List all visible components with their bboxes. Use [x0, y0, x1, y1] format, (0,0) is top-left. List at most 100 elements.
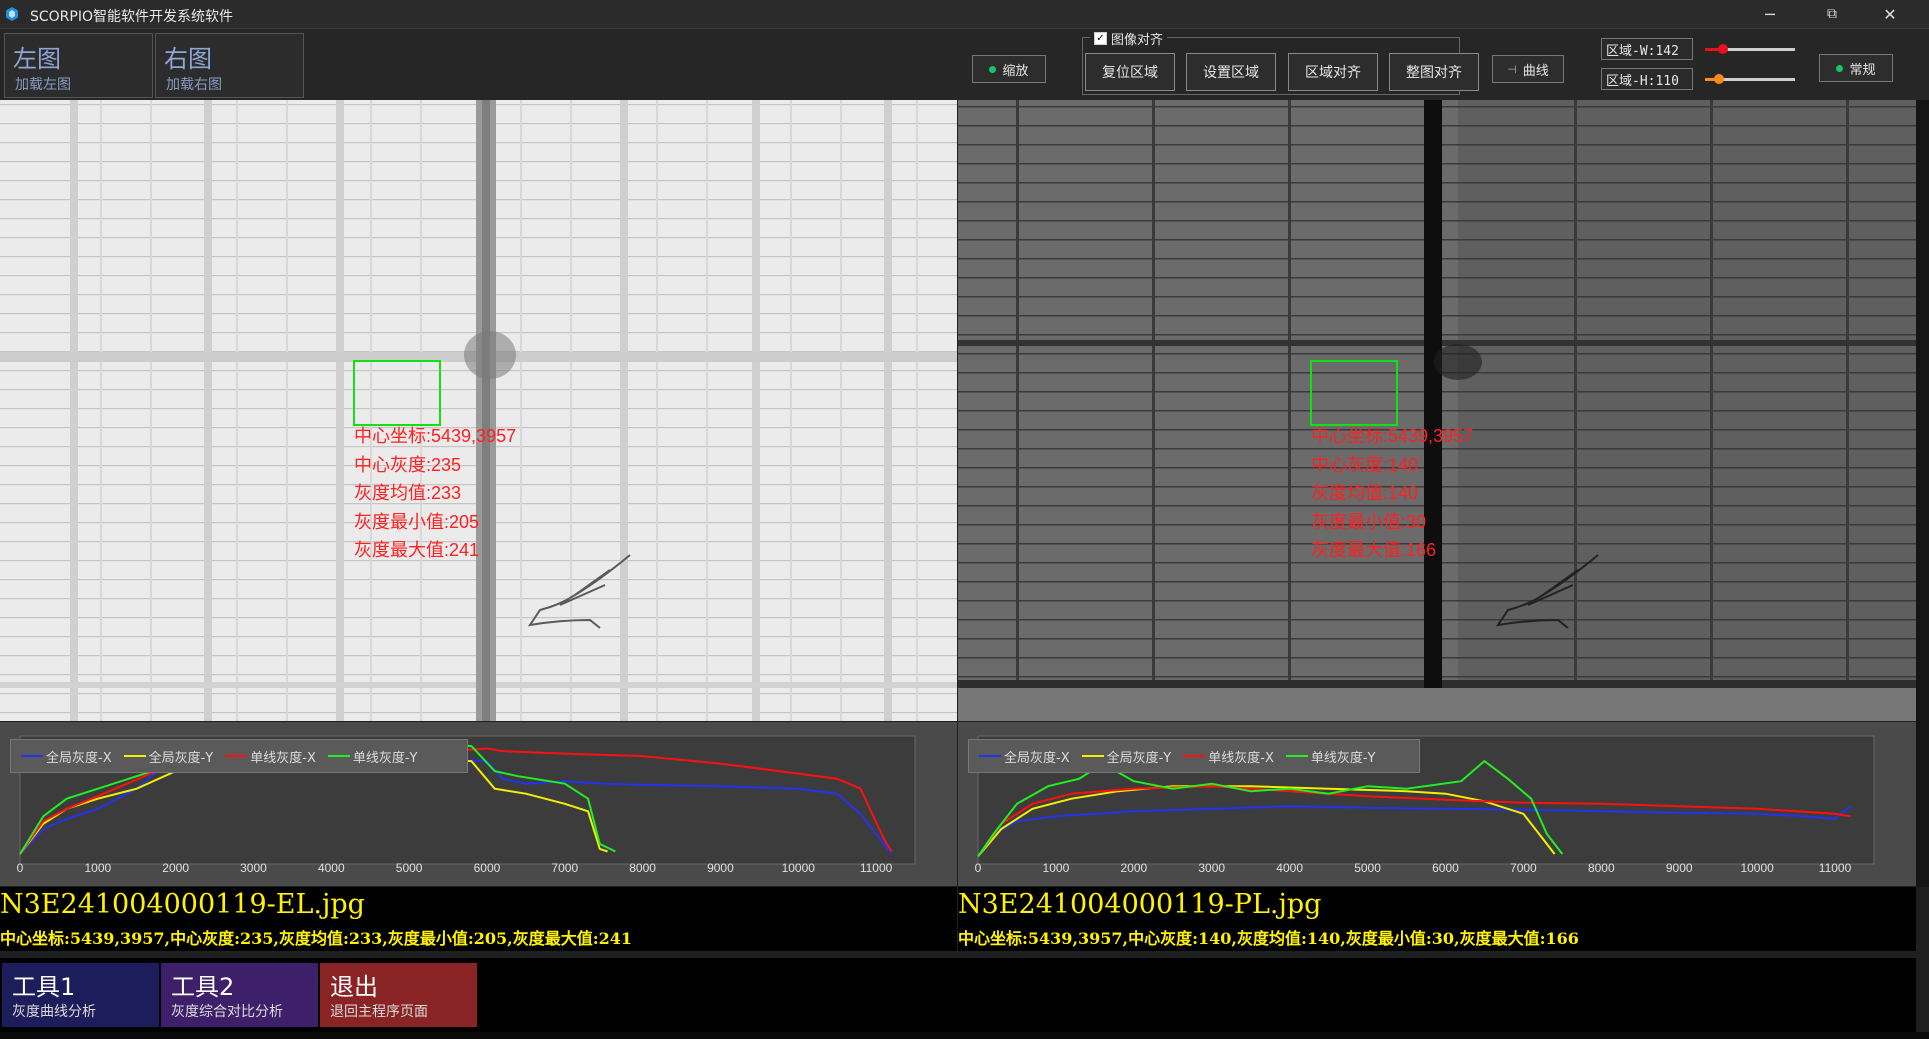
minimize-button[interactable]: ─ — [1747, 0, 1793, 28]
right-image-pl[interactable]: 中心坐标:5439,3957 中心灰度:140 灰度均值:140 灰度最小值:3… — [958, 100, 1916, 721]
legend-label: 单线灰度-X — [1208, 750, 1274, 766]
legend-swatch — [1285, 755, 1308, 757]
normal-toggle-label: 常规 — [1849, 62, 1876, 78]
x-tick-label: 6000 — [1432, 861, 1459, 875]
image-align-label: 图像对齐 — [1111, 33, 1164, 48]
x-tick-label: 3000 — [1198, 861, 1225, 875]
x-tick-label: 4000 — [318, 861, 345, 875]
title-bar — [0, 0, 1929, 29]
x-tick-label: 2000 — [162, 861, 189, 875]
roi-gray-min: 灰度最小值:30 — [1311, 511, 1427, 532]
legend-label: 全局灰度-Y — [148, 750, 214, 766]
legend-label: 单线灰度-X — [250, 750, 316, 766]
right-image-label: 右图 — [164, 45, 212, 73]
left-image-sub: 加载左图 — [15, 77, 71, 93]
roi-center-gray: 中心灰度:140 — [1311, 454, 1419, 475]
legend-swatch — [1183, 755, 1206, 757]
legend-item[interactable]: 全局灰度-X — [21, 747, 112, 766]
roi-gray-max: 灰度最大值:166 — [1311, 540, 1437, 560]
load-left-image-button[interactable]: 左图 加载左图 — [4, 33, 153, 98]
x-tick-label: 11000 — [1819, 861, 1852, 875]
x-tick-label: 5000 — [396, 861, 423, 875]
roi-gray-mean: 灰度均值:233 — [354, 483, 462, 503]
roi-center-coord: 中心坐标:5439,3957 — [354, 426, 517, 446]
legend-label: 全局灰度-X — [46, 750, 112, 766]
legend-swatch — [123, 755, 146, 757]
legend-item[interactable]: 单线灰度-Y — [327, 747, 418, 766]
legend-label: 单线灰度-Y — [352, 750, 418, 766]
x-tick-label: 5000 — [1354, 861, 1381, 875]
left-image-el[interactable]: 中心坐标:5439,3957 中心灰度:235 灰度均值:233 灰度最小值:2… — [0, 100, 957, 721]
left-gray-curve-chart: 0 1000 2000 3000 4000 5000 6000 7000 8000 9000 100… — [0, 722, 957, 886]
toggle-on-icon — [1836, 64, 1844, 72]
roi-box[interactable] — [353, 360, 441, 426]
legend-label: 全局灰度-Y — [1106, 750, 1172, 766]
x-tick-label: 0 — [17, 861, 24, 875]
legend-label: 单线灰度-Y — [1310, 750, 1376, 766]
region-align-button[interactable]: 区域对齐 — [1288, 53, 1378, 91]
x-tick-label: 9000 — [707, 861, 734, 875]
right-filename: N3E241004000119-PL.jpg — [958, 889, 1322, 920]
zoom-toggle[interactable]: 缩放 — [972, 55, 1046, 83]
roi-info-overlay: 中心坐标:5439,3957 中心灰度:235 灰度均值:233 灰度最小值:2… — [354, 422, 516, 565]
load-right-image-button[interactable]: 右图 加载右图 — [155, 33, 304, 98]
tool2-button[interactable]: 工具2 灰度综合对比分析 — [161, 963, 318, 1027]
x-tick-label: 1000 — [1043, 861, 1070, 875]
x-tick-label: 9000 — [1666, 861, 1693, 875]
x-tick-label: 7000 — [1510, 861, 1537, 875]
right-gray-curve-chart: 0 1000 2000 3000 4000 5000 6000 7000 8000 9000 100… — [958, 722, 1916, 886]
left-filename: N3E241004000119-EL.jpg — [0, 889, 365, 920]
reset-region-button[interactable]: 复位区域 — [1085, 53, 1175, 91]
status-strip — [0, 1032, 1929, 1039]
x-tick-label: 10000 — [782, 861, 816, 875]
right-stats-line: 中心坐标:5439,3957,中心灰度:140,灰度均值:140,灰度最小值:3… — [958, 929, 1579, 948]
region-w-slider-handle[interactable] — [1718, 44, 1728, 54]
legend-item[interactable]: 全局灰度-Y — [1081, 747, 1172, 766]
x-tick-label: 7000 — [551, 861, 578, 875]
x-tick-label: 0 — [975, 861, 982, 875]
legend-swatch — [1081, 755, 1104, 757]
legend-swatch — [21, 755, 43, 757]
legend-item[interactable]: 单线灰度-X — [1183, 747, 1274, 766]
tool1-button[interactable]: 工具1 灰度曲线分析 — [2, 963, 159, 1027]
roi-box[interactable] — [1310, 360, 1398, 426]
toggle-on-icon — [989, 65, 997, 73]
whole-align-button[interactable]: 整图对齐 — [1389, 53, 1479, 91]
legend-item[interactable]: 单线灰度-Y — [1285, 747, 1376, 766]
legend-swatch — [979, 755, 1001, 757]
chart-legend: 全局灰度-X 全局灰度-Y 单线灰度-X 单线灰度-Y — [968, 739, 1420, 773]
exit-label: 退出 — [330, 973, 378, 1001]
roi-info-overlay: 中心坐标:5439,3957 中心灰度:140 灰度均值:140 灰度最小值:3… — [1311, 422, 1473, 565]
app-logo-icon — [4, 6, 20, 22]
exit-sub: 退回主程序页面 — [330, 1004, 428, 1020]
window-title: SCORPIO智能软件开发系统软件 — [30, 9, 233, 25]
region-h-field: 区域-H:110 — [1601, 68, 1693, 90]
exit-button[interactable]: 退出 退回主程序页面 — [320, 963, 477, 1027]
maximize-button[interactable]: ⧉ — [1809, 0, 1855, 28]
roi-center-gray: 中心灰度:235 — [354, 454, 462, 475]
curve-toggle-label: 曲线 — [1522, 63, 1549, 79]
x-tick-label: 4000 — [1276, 861, 1303, 875]
region-h-slider-handle[interactable] — [1713, 74, 1724, 84]
tool1-sub: 灰度曲线分析 — [12, 1004, 96, 1020]
left-stats-line: 中心坐标:5439,3957,中心灰度:235,灰度均值:233,灰度最小值:2… — [0, 929, 633, 948]
tool1-label: 工具1 — [12, 973, 76, 1001]
right-scrollbar[interactable] — [1916, 100, 1929, 887]
normal-toggle[interactable]: 常规 — [1819, 54, 1893, 82]
set-region-button[interactable]: 设置区域 — [1186, 53, 1276, 91]
legend-item[interactable]: 全局灰度-X — [979, 747, 1070, 766]
curve-toggle[interactable]: ⊣ 曲线 — [1492, 55, 1564, 83]
left-image-label: 左图 — [13, 45, 61, 73]
image-align-checkbox[interactable]: ✓ 图像对齐 — [1090, 29, 1168, 48]
legend-swatch — [225, 755, 248, 757]
legend-item[interactable]: 全局灰度-Y — [123, 747, 214, 766]
tool2-label: 工具2 — [171, 973, 235, 1001]
tool2-sub: 灰度综合对比分析 — [171, 1004, 283, 1020]
right-info-bar: N3E241004000119-PL.jpg 中心坐标:5439,3957,中心… — [958, 887, 1916, 951]
region-w-field: 区域-W:142 — [1601, 38, 1693, 60]
legend-swatch — [327, 755, 350, 757]
x-tick-label: 8000 — [1588, 861, 1615, 875]
close-button[interactable]: ✕ — [1867, 0, 1913, 28]
legend-item[interactable]: 单线灰度-X — [225, 747, 316, 766]
roi-gray-min: 灰度最小值:205 — [354, 511, 480, 532]
